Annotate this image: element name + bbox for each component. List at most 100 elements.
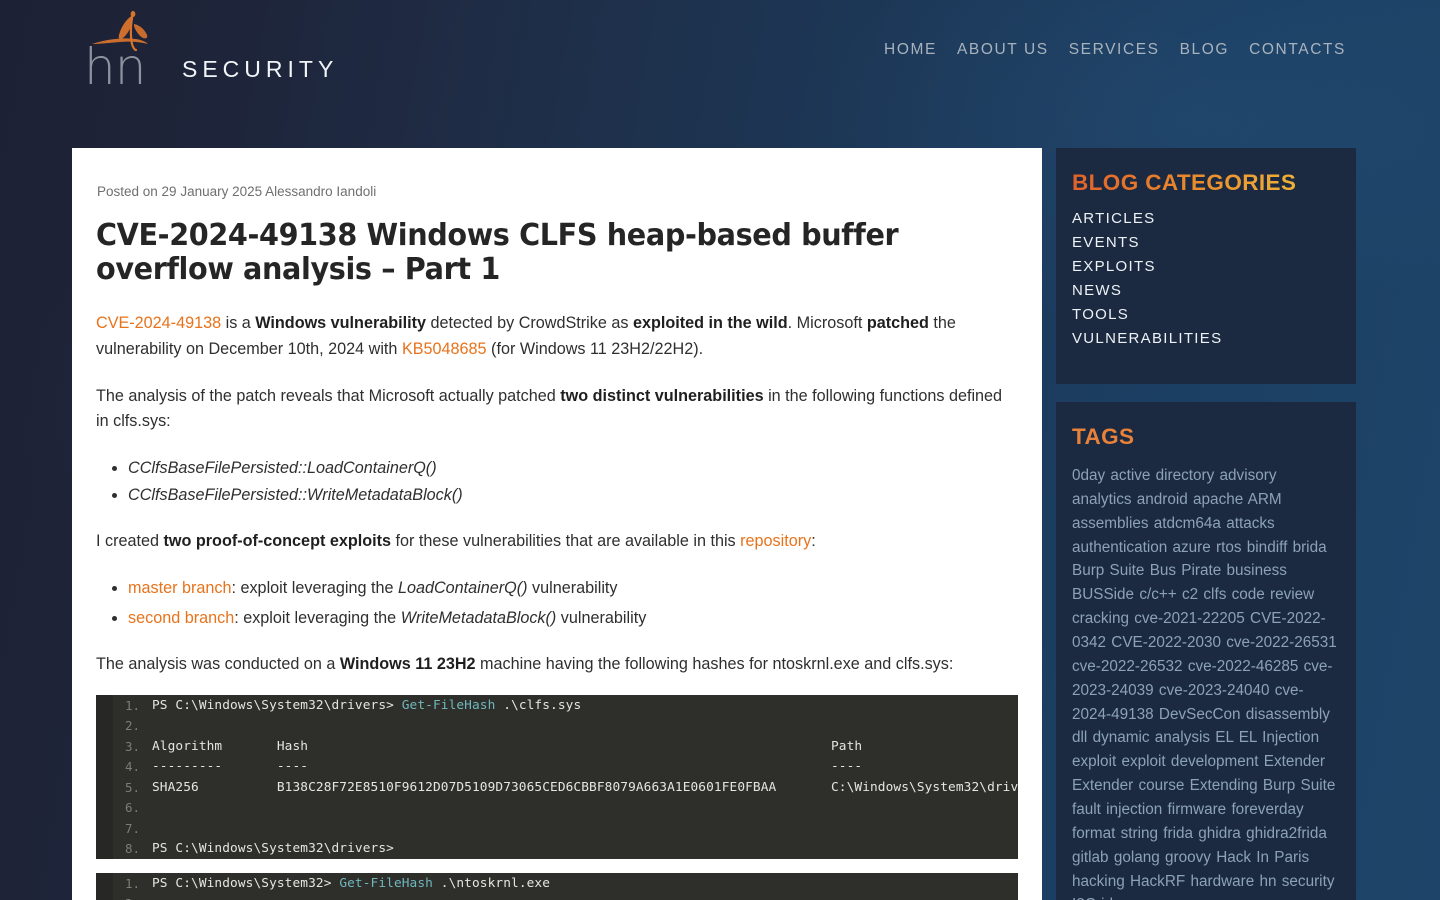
code-line: 3. Algorithm Hash Path	[96, 736, 1018, 757]
tag-link[interactable]: advisory	[1220, 467, 1277, 484]
text-segment: The analysis was conducted on a	[96, 654, 340, 673]
tag-link[interactable]: attacks	[1226, 515, 1274, 532]
sidebar-panel-categories: BLOG CATEGORIES ARTICLES EVENTS EXPLOITS…	[1056, 148, 1356, 384]
tag-link[interactable]: Extender	[1264, 753, 1325, 770]
tag-link[interactable]: analytics	[1072, 491, 1132, 508]
nav-item-about-us[interactable]: ABOUT US	[947, 41, 1059, 59]
tag-link[interactable]: cve-2023-24040	[1159, 682, 1270, 699]
code-gutter	[96, 695, 113, 860]
code-line-text: --------- ---- ----	[152, 759, 863, 775]
nav-item-contacts[interactable]: CONTACTS	[1239, 41, 1356, 59]
tag-link[interactable]: atdcm64a	[1154, 515, 1221, 532]
tag-link[interactable]: Extending Burp Suite	[1190, 777, 1336, 794]
logo-text-security: SECURITY	[182, 56, 339, 82]
tag-link[interactable]: bindiff	[1247, 539, 1288, 556]
tag-link[interactable]: Burp Suite	[1072, 562, 1144, 579]
sidebar-item-tools[interactable]: TOOLS	[1072, 306, 1129, 323]
tag-link[interactable]: frida	[1163, 825, 1193, 842]
tag-link[interactable]: Bus Pirate	[1150, 562, 1222, 579]
link-cve-2024-49138[interactable]: CVE-2024-49138	[96, 314, 221, 332]
tag-link[interactable]: EL Injection	[1239, 729, 1319, 746]
tag-link[interactable]: HackRF	[1130, 873, 1185, 890]
tag-link[interactable]: cve-2022-26532	[1072, 658, 1183, 675]
list-item: TOOLS	[1072, 306, 1338, 324]
text-italic-writemetadatablock: WriteMetadataBlock()	[400, 608, 557, 627]
link-second-branch[interactable]: second branch	[128, 609, 234, 627]
tag-link[interactable]: brida	[1293, 539, 1327, 556]
tag-link[interactable]: ghidra2frida	[1246, 825, 1327, 842]
tag-cloud: 0day active directory advisory analytics…	[1072, 464, 1338, 900]
tag-link[interactable]: ARM	[1248, 491, 1282, 508]
tag-link[interactable]: dynamic analysis	[1093, 729, 1210, 746]
sidebar-item-articles[interactable]: ARTICLES	[1072, 210, 1155, 227]
tag-link[interactable]: cve-2022-46285	[1188, 658, 1299, 675]
code-line-text: PS C:\Windows\System32\drivers> Get-File…	[152, 697, 582, 713]
text-segment: I created	[96, 531, 164, 550]
tag-link[interactable]: clfs	[1203, 586, 1226, 603]
tag-link[interactable]: hacking	[1072, 873, 1125, 890]
tag-link[interactable]: format string	[1072, 825, 1158, 842]
tag-link[interactable]: I2C	[1072, 896, 1096, 900]
text-italic-loadcontainerq: LoadContainerQ()	[397, 579, 528, 598]
tag-link[interactable]: cve-2021-22205	[1134, 610, 1245, 627]
code-line-text: Algorithm Hash Path	[152, 738, 863, 754]
link-repository[interactable]: repository	[740, 532, 811, 550]
tag-link[interactable]: hardware	[1190, 873, 1254, 890]
tag-link[interactable]: authentication	[1072, 539, 1167, 556]
text-bold-two-distinct-vulnerabilities: two distinct vulnerabilities	[560, 386, 764, 405]
tag-link[interactable]: exploit	[1072, 753, 1116, 770]
text-segment: machine having the following hashes for …	[475, 654, 954, 673]
sidebar-category-list: ARTICLES EVENTS EXPLOITS NEWS TOOLS VULN…	[1072, 210, 1338, 348]
sidebar-item-exploits[interactable]: EXPLOITS	[1072, 258, 1156, 275]
sidebar-item-vulnerabilities[interactable]: VULNERABILITIES	[1072, 330, 1222, 347]
tag-link[interactable]: azure rtos	[1173, 539, 1242, 556]
site-logo[interactable]: hn SECURITY	[84, 8, 384, 92]
tag-link[interactable]: cracking	[1072, 610, 1129, 627]
nav-item-services[interactable]: SERVICES	[1059, 41, 1170, 59]
tag-link[interactable]: active directory	[1110, 467, 1214, 484]
code-line-text: PS C:\Windows\System32\drivers>	[152, 841, 394, 857]
link-master-branch[interactable]: master branch	[128, 579, 231, 597]
tag-link[interactable]: Extender course	[1072, 777, 1184, 794]
sidebar-item-events[interactable]: EVENTS	[1072, 234, 1140, 251]
code-block-clfs-hash[interactable]: 1. PS C:\Windows\System32\drivers> Get-Fi…	[96, 695, 1018, 860]
nav-item-home[interactable]: HOME	[874, 41, 947, 59]
tag-link[interactable]: CVE-2022-2030	[1111, 634, 1221, 651]
tag-link[interactable]: ghidra	[1198, 825, 1241, 842]
tag-link[interactable]: dll	[1072, 729, 1087, 746]
branch-list: master branch: exploit leveraging the Lo…	[96, 576, 1018, 630]
text-segment: (for Windows 11 23H2/22H2).	[486, 339, 704, 358]
tag-link[interactable]: c2	[1182, 586, 1198, 603]
tag-link[interactable]: Hack In Paris	[1216, 849, 1309, 866]
tag-link[interactable]: golang	[1114, 849, 1160, 866]
tag-link[interactable]: business	[1227, 562, 1287, 579]
code-line: 8. PS C:\Windows\System32\drivers>	[96, 839, 1018, 860]
tag-link[interactable]: EL	[1215, 729, 1233, 746]
tag-link[interactable]: hn security	[1260, 873, 1335, 890]
tag-link[interactable]: apache	[1193, 491, 1243, 508]
list-item: ARTICLES	[1072, 210, 1338, 228]
text-segment: vulnerability	[556, 608, 647, 627]
tag-link[interactable]: firmware	[1168, 801, 1227, 818]
tag-link[interactable]: DevSecCon	[1159, 706, 1241, 723]
tag-link[interactable]: BUSSide	[1072, 586, 1134, 603]
tag-link[interactable]: exploit development	[1121, 753, 1258, 770]
tag-link[interactable]: c/c++	[1139, 586, 1176, 603]
sidebar-item-news[interactable]: NEWS	[1072, 282, 1122, 299]
tag-link[interactable]: groovy	[1165, 849, 1211, 866]
nav-item-blog[interactable]: BLOG	[1170, 41, 1239, 59]
tag-link[interactable]: foreverday	[1231, 801, 1303, 818]
tag-link[interactable]: disassembly	[1246, 706, 1330, 723]
tag-link[interactable]: android	[1137, 491, 1188, 508]
tag-link[interactable]: cve-2022-26531	[1226, 634, 1337, 651]
tag-link[interactable]: fault injection	[1072, 801, 1162, 818]
tag-link[interactable]: gitlab	[1072, 849, 1109, 866]
article-card: Posted on 29 January 2025 Alessandro Ian…	[72, 148, 1042, 900]
tag-link[interactable]: code review	[1232, 586, 1315, 603]
tag-link[interactable]: assemblies	[1072, 515, 1149, 532]
text-segment: : exploit leveraging the	[234, 608, 401, 627]
tag-link[interactable]: ida	[1101, 896, 1121, 900]
link-kb5048685[interactable]: KB5048685	[402, 340, 487, 358]
code-block-ntoskrnl-hash[interactable]: 1. PS C:\Windows\System32> Get-FileHash .…	[96, 873, 1018, 900]
tag-link[interactable]: 0day	[1072, 467, 1105, 484]
